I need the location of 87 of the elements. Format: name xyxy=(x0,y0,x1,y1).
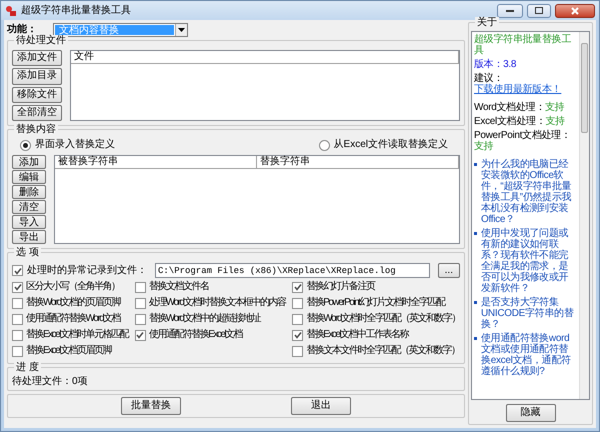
checkbox[interactable] xyxy=(12,346,23,356)
replace-button[interactable]: 清空 xyxy=(12,200,46,214)
group-title: 待处理文件 xyxy=(14,35,68,46)
file-button[interactable]: 全部清空 xyxy=(12,104,62,121)
status-text: 待处理文件：0项 xyxy=(12,376,89,388)
app-icon xyxy=(5,4,17,16)
support-label: Excel文档处理： xyxy=(474,116,546,127)
bullet-icon xyxy=(474,163,477,166)
path-field[interactable]: C:\Program Files (x86)\XReplace\XReplace.log xyxy=(155,263,430,278)
faq-link[interactable]: 为什么我的电脑已经安装微软的Office软件，“超级字符串批量替换工具”仍然提示我本机没有检测到安装Office？ xyxy=(481,159,577,225)
support-label: Word文档处理： xyxy=(474,102,546,113)
checkbox-label: 替换幻灯片备注页 xyxy=(306,281,374,293)
checkbox-label: 使用通配符替换Excel文档 xyxy=(148,329,242,341)
maximize-icon xyxy=(535,7,543,14)
checkbox-label: 处理时的异常记录到文件： xyxy=(27,264,147,276)
app-name: 超级字符串批量替换工具 xyxy=(474,34,572,56)
checkbox-label: 替换Word文档的页眉页脚 xyxy=(26,297,120,309)
column-header: 替换字符串 xyxy=(257,156,459,168)
replace-button[interactable]: 导入 xyxy=(12,215,46,229)
checkbox[interactable] xyxy=(292,282,304,292)
checkbox[interactable] xyxy=(134,298,146,308)
close-icon xyxy=(571,6,579,14)
bullet-icon xyxy=(474,337,477,340)
radio-label: 从Excel文件读取替换定义 xyxy=(334,139,448,151)
faq-link[interactable]: 使用中发现了问题或有新的建议如何联系？现有软件不能完全满足我的需求，是否可以为我修改或开发新软件？ xyxy=(481,228,577,294)
column-header: 被替换字符串 xyxy=(55,156,257,168)
checkbox[interactable] xyxy=(292,346,304,356)
replace-button[interactable]: 删除 xyxy=(12,185,46,199)
minimize-icon xyxy=(506,10,514,12)
field-label: 功能： xyxy=(7,24,37,34)
window-title: 超级字符串批量替换工具 xyxy=(21,4,132,16)
radio-button[interactable] xyxy=(20,140,31,150)
replace-button[interactable]: 添加 xyxy=(12,155,46,169)
checkbox[interactable] xyxy=(12,265,23,276)
checkbox[interactable] xyxy=(12,282,23,292)
checkbox-label: 区分大小写（全角半角） xyxy=(26,281,120,293)
checkbox-label: 替换Word文档时全字匹配（英文和数字） xyxy=(306,313,460,325)
radio-label: 界面录入替换定义 xyxy=(35,139,115,151)
download-link[interactable]: 下载使用最新版本！ xyxy=(474,84,562,95)
browse-button[interactable]: ... xyxy=(438,263,460,278)
checkbox-label: 处理Word文档时替换文本框中的内容 xyxy=(148,297,286,309)
replace-button[interactable]: 编辑 xyxy=(12,170,46,184)
bullet-icon xyxy=(474,301,477,304)
checkbox-label: 替换PowerPoint幻灯片文档时全字匹配 xyxy=(306,297,444,309)
checkbox-label: 替换Excel文档时单元格匹配 xyxy=(26,329,128,341)
close-button[interactable] xyxy=(555,4,595,18)
radio-button[interactable] xyxy=(318,140,330,150)
file-button[interactable]: 添加文件 xyxy=(12,50,62,66)
checkbox-label: 替换文本文件时全字匹配（英文和数字） xyxy=(306,345,460,357)
checkbox-label: 替换Excel文档中工作表名称 xyxy=(306,329,408,341)
bullet-icon xyxy=(474,232,477,235)
checkbox[interactable] xyxy=(292,330,304,340)
maximize-button[interactable] xyxy=(527,4,551,18)
checkbox-label: 替换Word文档中的超链接地址 xyxy=(148,313,260,325)
checkbox[interactable] xyxy=(12,298,23,308)
hide-button[interactable]: 隐藏 xyxy=(506,404,556,422)
action-button[interactable]: 批量替换 xyxy=(121,397,181,415)
suggest-label: 建议： xyxy=(474,73,504,84)
checkbox[interactable] xyxy=(12,330,23,340)
faq-link[interactable]: 使用通配符替换word文档或使用通配符替换excel文档，通配符遵循什么规则? xyxy=(481,333,577,377)
minimize-button[interactable] xyxy=(497,4,523,18)
faq-link[interactable]: 是否支持大字符集UNICODE字符串的替换？ xyxy=(481,297,577,330)
group-title: 替换内容 xyxy=(14,124,58,135)
group-title: 关于 xyxy=(475,17,499,28)
checkbox[interactable] xyxy=(134,282,146,292)
file-button[interactable]: 移除文件 xyxy=(12,86,62,103)
replace-button[interactable]: 导出 xyxy=(12,230,46,244)
checkbox[interactable] xyxy=(12,314,23,324)
checkbox-label: 使用通配符替换Word文档 xyxy=(26,313,120,325)
checkbox[interactable] xyxy=(292,298,304,308)
caret-icon xyxy=(175,24,187,36)
support-value: 支持 xyxy=(474,141,494,152)
checkbox[interactable] xyxy=(134,330,146,340)
version-text: 版本：3.8 xyxy=(474,59,518,70)
support-value: 支持 xyxy=(545,116,565,127)
support-value: 支持 xyxy=(545,102,564,113)
action-button[interactable]: 退出 xyxy=(291,397,351,415)
group-title: 进 度 xyxy=(14,362,41,373)
file-button[interactable]: 添加目录 xyxy=(12,68,62,84)
column-header: 文件 xyxy=(71,51,459,63)
support-label: PowerPoint文档处理： xyxy=(474,130,571,141)
group-title: 选 项 xyxy=(14,247,41,258)
checkbox-label: 替换文档文件名 xyxy=(148,281,208,293)
scrollbar[interactable] xyxy=(579,32,589,399)
checkbox[interactable] xyxy=(292,314,304,324)
checkbox[interactable] xyxy=(134,314,146,324)
checkbox-label: 替换Excel文档页眉页脚 xyxy=(26,345,111,357)
